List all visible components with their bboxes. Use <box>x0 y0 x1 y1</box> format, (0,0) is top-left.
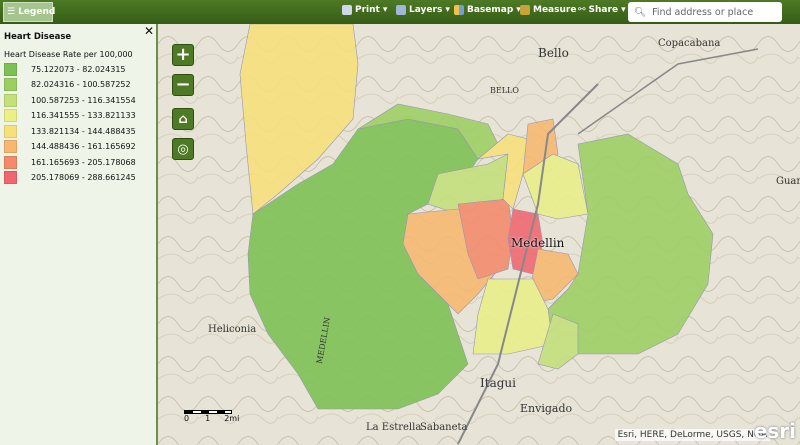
layers-button[interactable]: Layers ▾ <box>396 5 450 15</box>
place-label: Itagui <box>480 376 516 390</box>
place-label: La Estrella <box>366 422 422 433</box>
legend-item-label: 144.488436 - 161.165692 <box>31 142 136 151</box>
legend-item-label: 100.587253 - 116.341554 <box>31 95 136 105</box>
legend-item-label: 82.024316 - 100.587252 <box>31 80 131 89</box>
place-label: Medellin <box>511 236 565 250</box>
zoom-in-button[interactable]: + <box>172 44 194 66</box>
legend-swatch <box>4 62 17 76</box>
place-label: Envigado <box>520 402 573 415</box>
scale-bar: 0 1 2mi <box>184 410 239 423</box>
legend-item-label: 205.178069 - 288.661245 <box>31 173 136 182</box>
legend-item: 75.122073 - 82.024315 <box>4 62 126 76</box>
place-label: BELLO <box>490 86 519 95</box>
measure-button[interactable]: Measure <box>520 5 576 15</box>
legend-swatch <box>4 78 17 91</box>
ruler-icon <box>520 5 530 15</box>
legend-panel: ✕ Heart Disease Heart Disease Rate per 1… <box>0 24 158 445</box>
legend-item: 205.178069 - 288.661245 <box>4 171 136 185</box>
home-icon: ⌂ <box>178 111 188 127</box>
place-label: Bello <box>538 46 569 60</box>
zoom-out-button[interactable]: − <box>172 74 194 96</box>
search-input[interactable]: 🔍︎ Find address or place <box>628 2 782 22</box>
legend-layer-title: Heart Disease <box>4 32 72 42</box>
legend-swatch <box>4 93 17 107</box>
legend-swatch <box>4 140 17 153</box>
basemap-icon <box>454 5 464 15</box>
legend-item-label: 75.122073 - 82.024315 <box>31 64 126 74</box>
legend-item-label: 161.165693 - 205.178068 <box>31 157 136 167</box>
legend-item-label: 116.341555 - 133.821133 <box>31 111 136 120</box>
locate-icon: ◎ <box>177 141 189 157</box>
place-label: Heliconia <box>208 324 257 335</box>
esri-logo: esri <box>753 419 796 443</box>
legend-swatch <box>4 171 17 184</box>
legend-item: 144.488436 - 161.165692 <box>4 140 136 154</box>
legend-swatch <box>4 109 17 122</box>
legend-icon: ☰ <box>7 7 16 17</box>
basemap-button[interactable]: Basemap ▾ <box>454 5 521 15</box>
legend-swatch <box>4 124 17 138</box>
link-icon: ⚯ <box>578 5 586 15</box>
legend-item: 116.341555 - 133.821133 <box>4 109 136 123</box>
home-button[interactable]: ⌂ <box>172 108 194 130</box>
legend-item: 82.024316 - 100.587252 <box>4 78 131 92</box>
search-icon: 🔍︎ <box>634 6 647 18</box>
locate-button[interactable]: ◎ <box>172 138 194 160</box>
legend-button[interactable]: ☰ Legend <box>3 2 55 22</box>
attribution: Esri, HERE, DeLorme, USGS, NGA <box>614 429 770 441</box>
share-button[interactable]: ⚯ Share ▾ <box>578 5 626 15</box>
legend-item: 161.165693 - 205.178068 <box>4 155 136 169</box>
legend-swatch <box>4 155 17 169</box>
choropleth-layer <box>158 24 800 445</box>
layers-icon <box>396 5 406 15</box>
map-view[interactable]: + − ⌂ ◎ Bello Copacabana Medellin Itagui… <box>158 24 800 445</box>
legend-item-label: 133.821134 - 144.488435 <box>31 126 136 136</box>
printer-icon <box>342 5 352 15</box>
legend-item: 133.821134 - 144.488435 <box>4 124 136 138</box>
toolbar: ☰ Legend Print ▾ Layers ▾ Basemap ▾ Measure… <box>0 0 800 24</box>
print-button[interactable]: Print ▾ <box>342 5 387 15</box>
legend-field-title: Heart Disease Rate per 100,000 <box>4 50 133 59</box>
legend-item: 100.587253 - 116.341554 <box>4 93 136 107</box>
close-icon[interactable]: ✕ <box>144 24 154 38</box>
place-label: Sabaneta <box>420 422 468 433</box>
place-label: Copacabana <box>658 38 721 49</box>
place-label: Guar <box>776 176 800 187</box>
